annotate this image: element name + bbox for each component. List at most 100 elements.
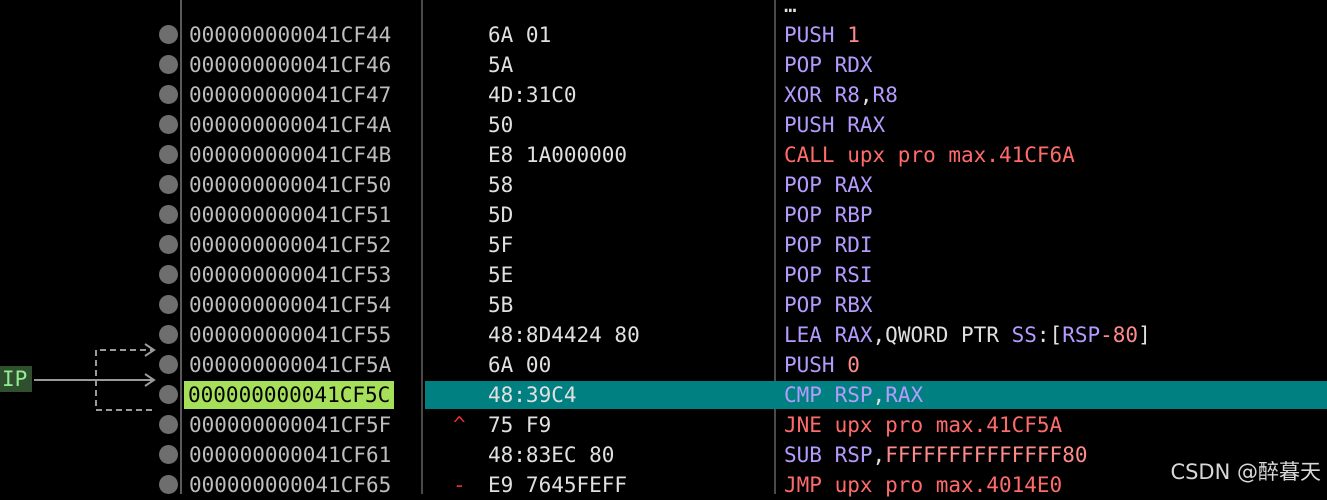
operand: RBX [834, 293, 873, 317]
instruction-pointer-label: IP [0, 366, 32, 392]
opcode-bytes: 6A 01 [488, 23, 552, 47]
operand: RSP [834, 383, 873, 407]
mnemonic: POP [784, 203, 822, 227]
opcode-bytes: 4D:31C0 [488, 83, 577, 107]
instruction-text: POP RAX [784, 170, 873, 200]
mnemonic: CALL [784, 143, 835, 167]
operand: RAX [834, 173, 873, 197]
operand: upx pro max.4014E0 [834, 473, 1063, 497]
address: 000000000041CF5F [189, 413, 392, 437]
operand: :[ [1036, 323, 1063, 347]
instruction-row[interactable]: 000000000041CF46 5A POP RDX [0, 50, 1327, 80]
instruction-row[interactable]: 000000000041CF53 5E POP RSI [0, 260, 1327, 290]
mnemonic: PUSH [784, 113, 835, 137]
opcode-bytes: 48:83EC 80 [488, 443, 615, 467]
operand: , [859, 83, 873, 107]
operand: R8 [834, 83, 860, 107]
disassembly-listing[interactable]: … 000000000041CF44 6A 01 PUSH 1 000000000041… [0, 0, 1327, 500]
instruction-text: PUSH 1 [784, 20, 860, 50]
address: 000000000041CF55 [189, 323, 392, 347]
opcode-bytes: 48:39C4 [488, 383, 577, 407]
instruction-text: POP RDI [784, 230, 873, 260]
instruction-text: POP RBP [784, 200, 873, 230]
address: 000000000041CF4A [189, 113, 392, 137]
mnemonic: LEA [784, 323, 822, 347]
address: 000000000041CF46 [189, 53, 392, 77]
mnemonic: JMP [784, 473, 822, 497]
instruction-row[interactable]: … [0, 0, 1327, 20]
instruction-row[interactable]: 000000000041CF65 - E9 7645FEFF JMP upx pro … [0, 470, 1327, 500]
mnemonic: XOR [784, 83, 822, 107]
instruction-text: JNE upx pro max.41CF5A [784, 410, 1062, 440]
operand: RAX [847, 113, 886, 137]
operand: ,QWORD PTR [872, 323, 1012, 347]
instruction-row[interactable]: 000000000041CF4A 50 PUSH RAX [0, 110, 1327, 140]
opcode-bytes: 5D [488, 203, 514, 227]
opcode-bytes: 75 F9 [488, 413, 552, 437]
operand: ] [1138, 323, 1151, 347]
address: 000000000041CF52 [189, 233, 392, 257]
operand: 0 [847, 353, 860, 377]
instruction-row[interactable]: 000000000041CF55 48:8D4424 80 LEA RAX,QWOR… [0, 320, 1327, 350]
jump-direction-marker: - [453, 473, 466, 497]
operand: RBP [834, 203, 873, 227]
address: 000000000041CF50 [189, 173, 392, 197]
instruction-row[interactable]: 000000000041CF44 6A 01 PUSH 1 [0, 20, 1327, 50]
opcode-bytes: 6A 00 [488, 353, 552, 377]
address: 000000000041CF47 [189, 83, 392, 107]
instruction-row[interactable]: 000000000041CF5A 6A 00 PUSH 0 [0, 350, 1327, 380]
instruction-row[interactable]: 000000000041CF51 5D POP RBP [0, 200, 1327, 230]
opcode-bytes: E8 1A000000 [488, 143, 628, 167]
address: 000000000041CF54 [189, 293, 392, 317]
opcode-bytes: E9 7645FEFF [488, 473, 628, 497]
operand: RDX [834, 53, 873, 77]
instruction-row[interactable]: 000000000041CF5C 48:39C4 CMP RSP,RAX [0, 380, 1327, 410]
instruction-text: PUSH RAX [784, 110, 885, 140]
address: 000000000041CF4B [189, 143, 392, 167]
address: 000000000041CF61 [189, 443, 392, 467]
instruction-row[interactable]: 000000000041CF47 4D:31C0 XOR R8,R8 [0, 80, 1327, 110]
instruction-row[interactable]: 000000000041CF52 5F POP RDI [0, 230, 1327, 260]
operand: SS [1011, 323, 1037, 347]
operand: RAX [834, 323, 873, 347]
operand: upx pro max.41CF5A [834, 413, 1063, 437]
mnemonic: CMP [784, 383, 822, 407]
instruction-text: POP RBX [784, 290, 873, 320]
instruction-row[interactable]: 000000000041CF61 48:83EC 80 SUB RSP,FFFFFF… [0, 440, 1327, 470]
mnemonic: POP [784, 233, 822, 257]
operand: -80 [1100, 323, 1139, 347]
opcode-bytes: 50 [488, 113, 514, 137]
operand: upx pro max.41CF6A [847, 143, 1075, 167]
instruction-text: … [784, 0, 797, 20]
jump-direction-marker: ^ [453, 413, 466, 437]
mnemonic: POP [784, 53, 822, 77]
jump-arrows [34, 343, 156, 411]
operand: , [872, 443, 886, 467]
mnemonic: POP [784, 263, 822, 287]
operand: RSP [834, 443, 873, 467]
instruction-row[interactable]: 000000000041CF5F ^ 75 F9 JNE upx pro max.41… [0, 410, 1327, 440]
operand: R8 [872, 83, 898, 107]
opcode-bytes: 5B [488, 293, 514, 317]
mnemonic: PUSH [784, 353, 835, 377]
instruction-text: POP RDX [784, 50, 873, 80]
watermark: CSDN @醉暮天 [1170, 460, 1321, 484]
address: 000000000041CF5C [184, 381, 395, 409]
opcode-bytes: 48:8D4424 80 [488, 323, 640, 347]
address: 000000000041CF65 [189, 473, 392, 497]
opcode-bytes: 5F [488, 233, 514, 257]
instruction-text: LEA RAX,QWORD PTR SS:[RSP-80] [784, 320, 1151, 350]
instruction-text: CALL upx pro max.41CF6A [784, 140, 1075, 170]
operand: RAX [885, 383, 924, 407]
instruction-row[interactable]: 000000000041CF50 58 POP RAX [0, 170, 1327, 200]
instruction-text: JMP upx pro max.4014E0 [784, 470, 1062, 500]
instruction-text: SUB RSP,FFFFFFFFFFFFFF80 [784, 440, 1087, 470]
opcode-bytes: 5E [488, 263, 514, 287]
instruction-text: XOR R8,R8 [784, 80, 898, 110]
instruction-row[interactable]: 000000000041CF54 5B POP RBX [0, 290, 1327, 320]
opcode-bytes: 58 [488, 173, 514, 197]
operand: RSI [834, 263, 873, 287]
address: 000000000041CF5A [189, 353, 392, 377]
instruction-row[interactable]: 000000000041CF4B E8 1A000000 CALL upx pro … [0, 140, 1327, 170]
operand: FFFFFFFFFFFFFF80 [885, 443, 1088, 467]
